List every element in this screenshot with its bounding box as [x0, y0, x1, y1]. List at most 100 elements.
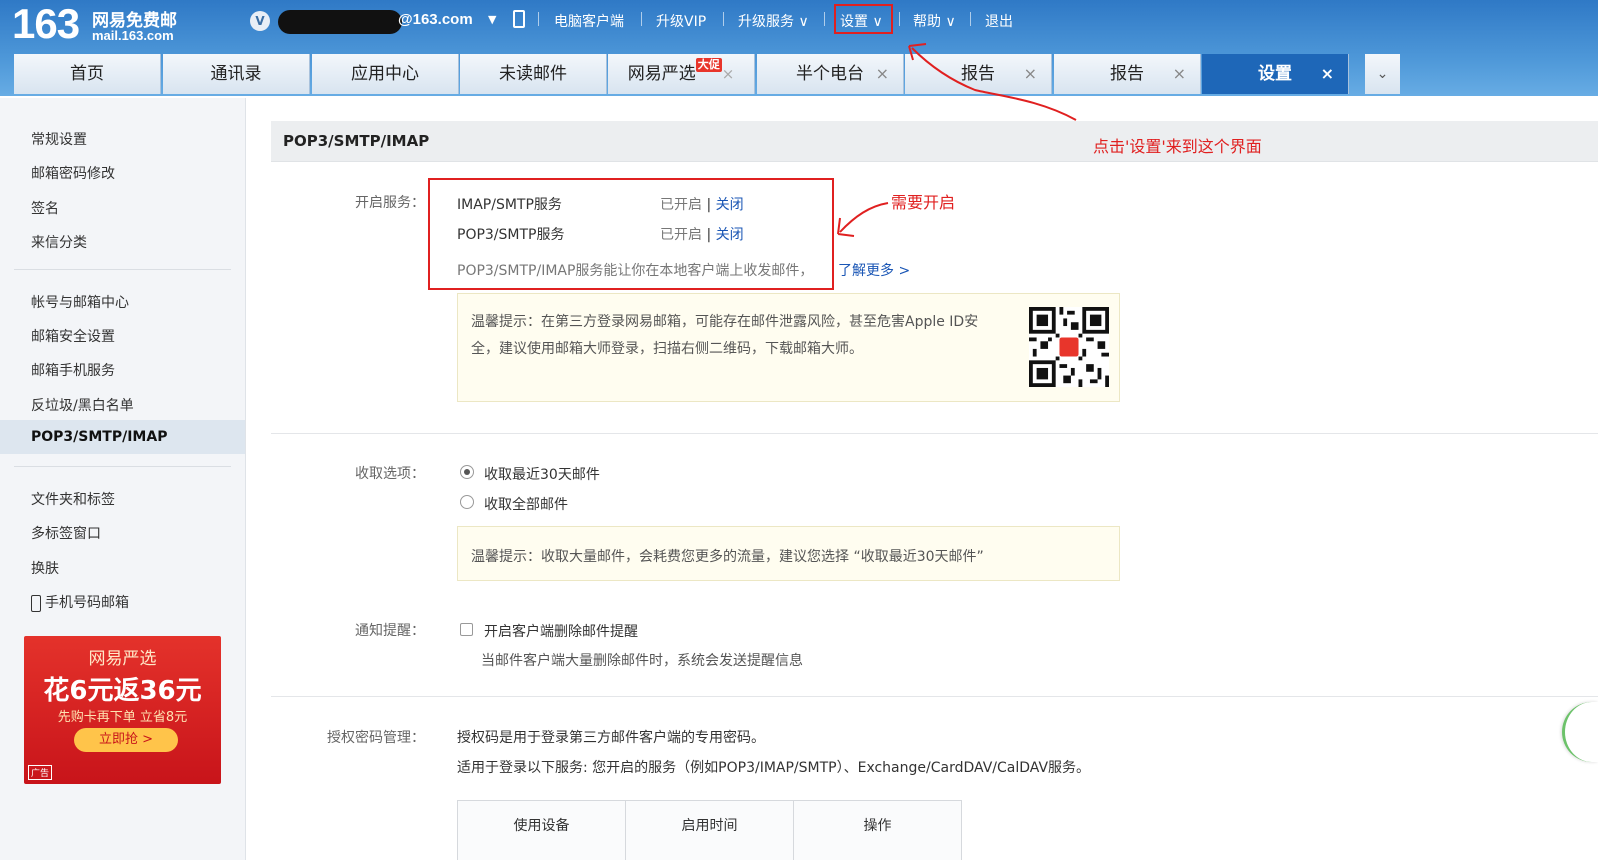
tab-contacts[interactable]: 通讯录 — [163, 54, 310, 94]
close-icon[interactable]: × — [876, 54, 889, 94]
sidebar-divider — [14, 466, 231, 467]
ad-headline: 花6元返36元 — [43, 676, 202, 706]
ad-brand: 网易严选 — [88, 649, 157, 669]
desktop-client-link[interactable]: 电脑客户端 — [554, 11, 624, 31]
tab-home[interactable]: 首页 — [14, 54, 161, 94]
tab-report-1[interactable]: 报告 × — [905, 54, 1052, 94]
imap-close-link[interactable]: 关闭 — [716, 197, 744, 213]
sidebar-item-folders-tags[interactable]: 文件夹和标签 — [31, 489, 115, 509]
sidebar-item-antispam[interactable]: 反垃圾/黑白名单 — [31, 395, 134, 415]
upgrade-service-label: 升级服务 — [738, 14, 794, 30]
chevron-down-icon[interactable]: ▼ — [488, 13, 496, 26]
logout-link[interactable]: 退出 — [985, 11, 1013, 31]
tab-bar: 首页 通讯录 应用中心 未读邮件 网易严选 大促× 半个电台 × 报告 × 报告 × 设… — [14, 54, 1400, 94]
page-title: POP3/SMTP/IMAP — [271, 121, 1598, 162]
vip-badge-icon[interactable]: V — [250, 11, 270, 31]
annotation-highlight-settings — [834, 4, 893, 34]
fetch-recent-30-label[interactable]: 收取最近30天邮件 — [484, 464, 600, 484]
separator: | — [706, 227, 712, 243]
annotation-need-enable: 需要开启 — [891, 193, 956, 212]
sidebar-item-password[interactable]: 邮箱密码修改 — [31, 163, 115, 183]
mobile-phone-icon[interactable] — [513, 10, 525, 28]
upgrade-vip-link[interactable]: 升级VIP — [656, 11, 706, 31]
sidebar-item-phone-mailbox[interactable]: 手机号码邮箱 — [31, 592, 129, 612]
promo-badge: 大促 — [695, 58, 722, 72]
imap-service-name: IMAP/SMTP服务 — [457, 197, 562, 213]
pop3-close-link[interactable]: 关闭 — [716, 227, 744, 243]
ad-banner[interactable]: 网易严选 花6元返36元 先购卡再下单 立省8元 立即抢 > 广告 — [24, 636, 221, 784]
tab-unread[interactable]: 未读邮件 — [460, 54, 607, 94]
ad-label: 广告 — [28, 765, 53, 780]
sidebar-item-security[interactable]: 邮箱安全设置 — [31, 326, 115, 346]
divider — [641, 12, 642, 26]
fetch-all-label[interactable]: 收取全部邮件 — [484, 494, 568, 514]
settings-content: POP3/SMTP/IMAP 开启服务： IMAP/SMTP服务 已开启 | 关… — [271, 121, 1598, 860]
tab-label: 网易严选 — [627, 64, 696, 84]
close-icon[interactable]: × — [1173, 54, 1186, 94]
ad-subtitle: 先购卡再下单 立省8元 — [57, 710, 188, 725]
fetch-recent-30-radio[interactable] — [460, 465, 474, 479]
fetch-options-label: 收取选项： — [355, 466, 425, 482]
upgrade-service-menu[interactable]: 升级服务 ∨ — [738, 11, 809, 31]
imap-service-status: 已开启 | 关闭 — [660, 194, 744, 214]
status-text: 已开启 — [660, 197, 702, 213]
auth-description-2: 适用于登录以下服务: 您开启的服务（例如POP3/IMAP/SMTP）、Exch… — [457, 760, 1091, 776]
sidebar-item-mobile-service[interactable]: 邮箱手机服务 — [31, 360, 115, 380]
fetch-all-radio[interactable] — [460, 495, 474, 509]
close-icon[interactable]: × — [1024, 54, 1037, 94]
top-header: 163 网易免费邮 mail.163.com V @163.com ▼ 电脑客户… — [0, 0, 1598, 96]
chevron-down-icon: ∨ — [945, 14, 956, 30]
divider — [723, 12, 724, 26]
annotation-click-settings: 点击'设置'来到这个界面 — [1093, 137, 1262, 156]
tab-more-chevron-icon[interactable]: ⌄ — [1365, 54, 1400, 94]
column-header-device: 使用设备 — [458, 801, 626, 860]
sidebar-item-filters[interactable]: 来信分类 — [31, 232, 87, 252]
divider — [538, 12, 539, 26]
tab-label: 首页 — [70, 64, 104, 84]
sidebar-item-general[interactable]: 常规设置 — [31, 129, 87, 149]
learn-more-link[interactable]: 了解更多 > — [838, 260, 910, 280]
auth-devices-table: 使用设备 启用时间 操作 — [457, 800, 962, 860]
logo-domain: mail.163.com — [92, 28, 174, 43]
divider — [899, 12, 900, 26]
tab-yanxuan[interactable]: 网易严选 大促× — [608, 54, 755, 94]
sidebar-item-multi-tab[interactable]: 多标签窗口 — [31, 523, 101, 543]
column-header-enabled-time: 启用时间 — [626, 801, 794, 860]
close-icon[interactable]: × — [1321, 54, 1334, 94]
services-label: 开启服务： — [355, 195, 425, 211]
qr-code-icon — [1029, 307, 1109, 387]
help-label: 帮助 — [913, 14, 941, 30]
delete-alert-checkbox[interactable] — [460, 623, 473, 636]
sidebar-item-pop3-smtp-imap[interactable]: POP3/SMTP/IMAP — [31, 429, 167, 445]
tab-settings[interactable]: 设置 × — [1202, 54, 1349, 94]
tab-label: 报告 — [961, 64, 995, 84]
column-header-actions: 操作 — [794, 801, 962, 860]
divider — [824, 12, 825, 26]
delete-alert-label[interactable]: 开启客户端删除邮件提醒 — [484, 621, 638, 641]
help-menu[interactable]: 帮助 ∨ — [913, 11, 956, 31]
sidebar-item-account-center[interactable]: 帐号与邮箱中心 — [31, 292, 129, 312]
section-divider — [271, 696, 1598, 697]
tab-app-center[interactable]: 应用中心 — [312, 54, 459, 94]
close-icon[interactable]: × — [722, 65, 735, 83]
fetch-tip-box: 温馨提示：收取大量邮件，会耗费您更多的流量，建议您选择 “收取最近30天邮件” — [457, 526, 1120, 581]
fetch-tip-text: 温馨提示：收取大量邮件，会耗费您更多的流量，建议您选择 “收取最近30天邮件” — [471, 549, 984, 565]
tab-report-2[interactable]: 报告 × — [1054, 54, 1201, 94]
sidebar-item-label: 手机号码邮箱 — [45, 595, 129, 611]
sidebar-item-skin[interactable]: 换肤 — [31, 558, 59, 578]
security-tip-line2: 全，建议使用邮箱大师登录，扫描右侧二维码，下载邮箱大师。 — [471, 341, 863, 357]
delete-alert-description: 当邮件客户端大量删除邮件时，系统会发送提醒信息 — [481, 653, 803, 669]
ad-cta-button[interactable]: 立即抢 > — [74, 728, 178, 752]
sidebar-divider — [14, 269, 231, 270]
account-email[interactable]: @163.com — [398, 11, 473, 28]
status-text: 已开启 — [660, 227, 702, 243]
mobile-phone-icon — [31, 594, 41, 612]
tab-label: 设置 — [1258, 64, 1292, 84]
logo-163[interactable]: 163 — [12, 0, 80, 48]
tab-radio[interactable]: 半个电台 × — [757, 54, 904, 94]
sidebar-item-signature[interactable]: 签名 — [31, 198, 59, 218]
auth-password-label: 授权密码管理： — [327, 730, 425, 746]
separator: | — [706, 197, 712, 213]
divider — [970, 12, 971, 26]
security-tip-box: 温馨提示：在第三方登录网易邮箱，可能存在邮件泄露风险，甚至危害Apple ID安… — [457, 293, 1120, 402]
